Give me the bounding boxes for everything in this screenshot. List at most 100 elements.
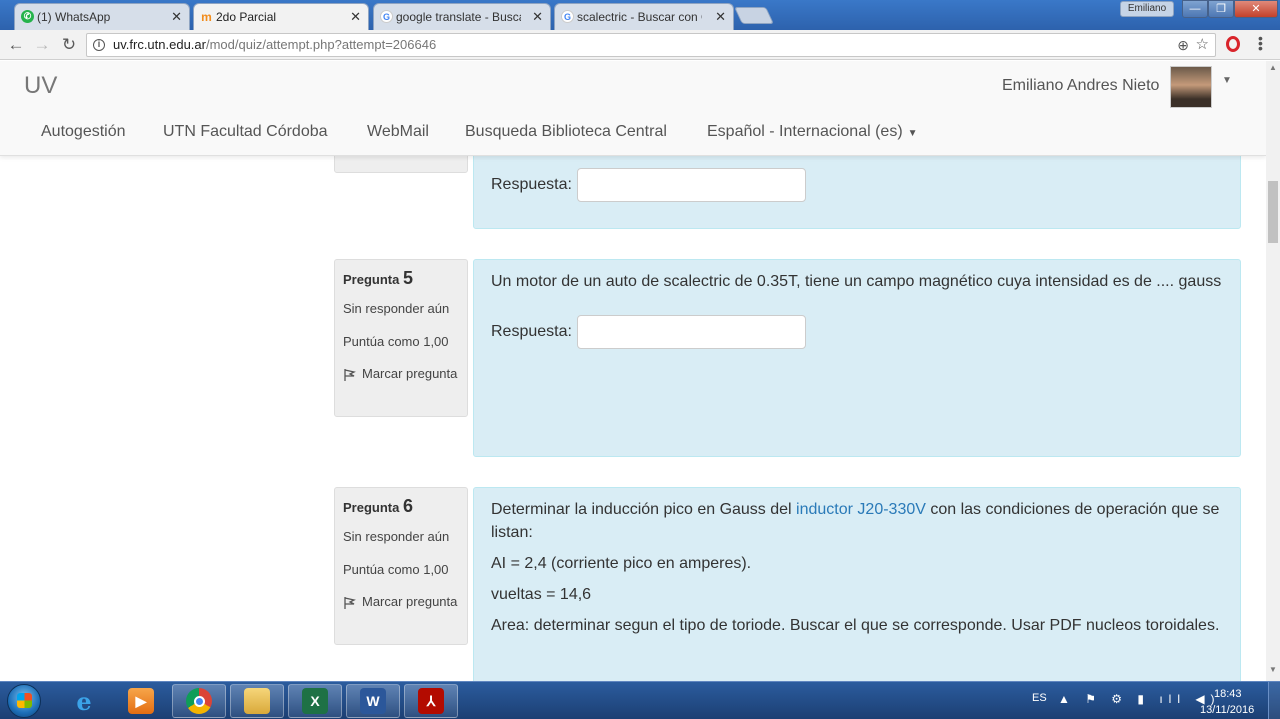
show-desktop-button[interactable] xyxy=(1268,682,1280,719)
close-tab-icon[interactable]: ✕ xyxy=(171,9,182,25)
user-menu-name[interactable]: Emiliano Andres Nieto xyxy=(1002,77,1159,95)
word-icon: W xyxy=(360,688,386,714)
taskbar-chrome[interactable] xyxy=(172,684,226,718)
tab-whatsapp[interactable]: ✆ (1) WhatsApp ✕ xyxy=(14,3,190,30)
answer-label: Respuesta: xyxy=(491,176,572,193)
question-text: Determinar la inducción pico en Gauss de… xyxy=(491,498,1223,544)
site-info-icon[interactable]: i xyxy=(93,39,105,51)
folder-icon xyxy=(244,688,270,714)
taskbar-acrobat[interactable]: ⅄ xyxy=(404,684,458,718)
tab-2do-parcial[interactable]: m 2do Parcial ✕ xyxy=(193,3,369,30)
flag-question-link[interactable]: Marcar pregunta xyxy=(343,590,459,613)
answer-input-previous[interactable] xyxy=(576,168,806,202)
address-bar[interactable]: i uv.frc.utn.edu.ar/mod/quiz/attempt.php… xyxy=(86,33,1216,57)
page-viewport: Respuesta: Pregunta 5 Sin responder aún … xyxy=(0,61,1266,681)
system-tray-icons[interactable]: ▲ ⚑ ⚙ ▮ ıll ◀) xyxy=(1058,692,1221,719)
site-header: UV Emiliano Andres Nieto ▼ Autogestión U… xyxy=(0,61,1266,156)
windows-taskbar: e ▶ X W ⅄ ES ▲ ⚑ ⚙ ▮ ıll ◀) 18:43 13/11/… xyxy=(0,681,1280,719)
flag-label: Marcar pregunta xyxy=(362,366,458,381)
back-arrow-icon[interactable]: ← xyxy=(6,35,26,55)
bookmark-star-icon[interactable]: ☆ xyxy=(1196,34,1209,56)
tab-title: google translate - Buscar xyxy=(396,10,521,24)
question-text-start: Determinar la inducción pico en Gauss de… xyxy=(491,501,797,518)
nav-webmail[interactable]: WebMail xyxy=(367,123,429,141)
tab-title: scalectric - Buscar con Go xyxy=(577,10,702,24)
tab-title: (1) WhatsApp xyxy=(37,10,111,24)
whatsapp-icon: ✆ xyxy=(21,10,34,23)
question-content-5: Un motor de un auto de scalectric de 0.3… xyxy=(473,259,1241,457)
question-label: Pregunta xyxy=(343,272,400,287)
question-heading: Pregunta 5 xyxy=(343,268,459,289)
question-line-current: AI = 2,4 (corriente pico en amperes). xyxy=(491,555,752,572)
question-line-turns: vueltas = 14,6 xyxy=(491,586,592,603)
chrome-icon-center xyxy=(193,695,205,707)
nav-language[interactable]: Español - Internacional (es) ▼ xyxy=(707,123,918,141)
tab-title: 2do Parcial xyxy=(216,10,277,24)
zoom-icon[interactable]: ⊕ xyxy=(1177,34,1189,56)
close-tab-icon[interactable]: ✕ xyxy=(350,9,361,25)
question-status: Sin responder aún xyxy=(343,301,450,316)
opera-extension-icon[interactable] xyxy=(1226,36,1240,52)
question-number: 6 xyxy=(402,496,413,516)
question-text: Un motor de un auto de scalectric de 0.3… xyxy=(491,273,1222,290)
google-icon: G xyxy=(561,10,574,23)
question-number: 5 xyxy=(402,268,413,288)
scrollbar-thumb[interactable] xyxy=(1268,181,1278,243)
site-brand[interactable]: UV xyxy=(24,72,57,100)
caret-down-icon: ▼ xyxy=(907,128,918,139)
scroll-down-icon[interactable]: ▼ xyxy=(1269,665,1277,674)
taskbar-word[interactable]: W xyxy=(346,684,400,718)
taskbar-explorer[interactable] xyxy=(230,684,284,718)
caret-down-icon[interactable]: ▼ xyxy=(1222,75,1232,86)
flag-label: Marcar pregunta xyxy=(362,594,458,609)
question-info-5: Pregunta 5 Sin responder aún Puntúa como… xyxy=(334,259,468,417)
flag-question-link[interactable]: Marcar pregunta xyxy=(343,362,459,385)
google-icon: G xyxy=(380,10,393,23)
close-tab-icon[interactable]: ✕ xyxy=(715,9,726,25)
taskbar-internet-explorer[interactable]: e xyxy=(57,684,111,718)
question-label: Pregunta xyxy=(343,500,400,515)
acrobat-icon: ⅄ xyxy=(418,688,444,714)
question-line-area: Area: determinar segun el tipo de toriod… xyxy=(491,617,1220,634)
tab-scalectric[interactable]: G scalectric - Buscar con Go ✕ xyxy=(554,3,734,30)
moodle-icon: m xyxy=(201,9,212,24)
close-window-button[interactable]: ✕ xyxy=(1234,0,1278,18)
clock-time[interactable]: 18:43 xyxy=(1214,688,1242,700)
internet-explorer-icon: e xyxy=(76,686,92,716)
profile-chip[interactable]: Emiliano xyxy=(1120,1,1174,17)
scroll-up-icon[interactable]: ▲ xyxy=(1269,63,1277,72)
start-button[interactable] xyxy=(7,684,41,718)
taskbar-excel[interactable]: X xyxy=(288,684,342,718)
nav-autogestion[interactable]: Autogestión xyxy=(41,123,126,141)
close-tab-icon[interactable]: ✕ xyxy=(532,9,543,25)
inductor-link[interactable]: inductor J20-330V xyxy=(796,501,926,518)
minimize-button[interactable]: — xyxy=(1182,0,1208,18)
question-grade: Puntúa como 1,00 xyxy=(343,334,449,349)
answer-label: Respuesta: xyxy=(491,323,572,340)
nav-utn-facultad[interactable]: UTN Facultad Córdoba xyxy=(163,123,328,141)
page-scrollbar[interactable]: ▲ ▼ xyxy=(1266,61,1280,681)
nav-biblioteca[interactable]: Busqueda Biblioteca Central xyxy=(465,123,667,141)
chrome-icon xyxy=(186,688,212,714)
windows-logo-icon xyxy=(17,693,32,708)
forward-arrow-icon[interactable]: → xyxy=(32,35,52,55)
url-host: uv.frc.utn.edu.ar xyxy=(113,37,206,52)
url-text: uv.frc.utn.edu.ar/mod/quiz/attempt.php?a… xyxy=(113,34,436,56)
flag-icon xyxy=(344,369,356,382)
language-indicator[interactable]: ES xyxy=(1032,692,1047,719)
answer-input-5[interactable] xyxy=(576,315,806,349)
taskbar-media-player[interactable]: ▶ xyxy=(114,684,168,718)
chrome-menu-icon[interactable]: • • • xyxy=(1258,31,1264,55)
question-grade: Puntúa como 1,00 xyxy=(343,562,449,577)
flag-icon xyxy=(344,597,356,610)
question-content-6: Determinar la inducción pico en Gauss de… xyxy=(473,487,1241,681)
maximize-button[interactable]: ❐ xyxy=(1208,0,1234,18)
reload-icon[interactable]: ↻ xyxy=(59,35,79,55)
question-heading: Pregunta 6 xyxy=(343,496,459,517)
avatar[interactable] xyxy=(1170,66,1212,108)
question-info-6: Pregunta 6 Sin responder aún Puntúa como… xyxy=(334,487,468,645)
tab-google-translate[interactable]: G google translate - Buscar ✕ xyxy=(373,3,551,30)
new-tab-button[interactable] xyxy=(734,7,774,24)
browser-tab-strip: ✆ (1) WhatsApp ✕ m 2do Parcial ✕ G googl… xyxy=(0,0,1280,30)
clock-date[interactable]: 13/11/2016 xyxy=(1200,704,1254,716)
